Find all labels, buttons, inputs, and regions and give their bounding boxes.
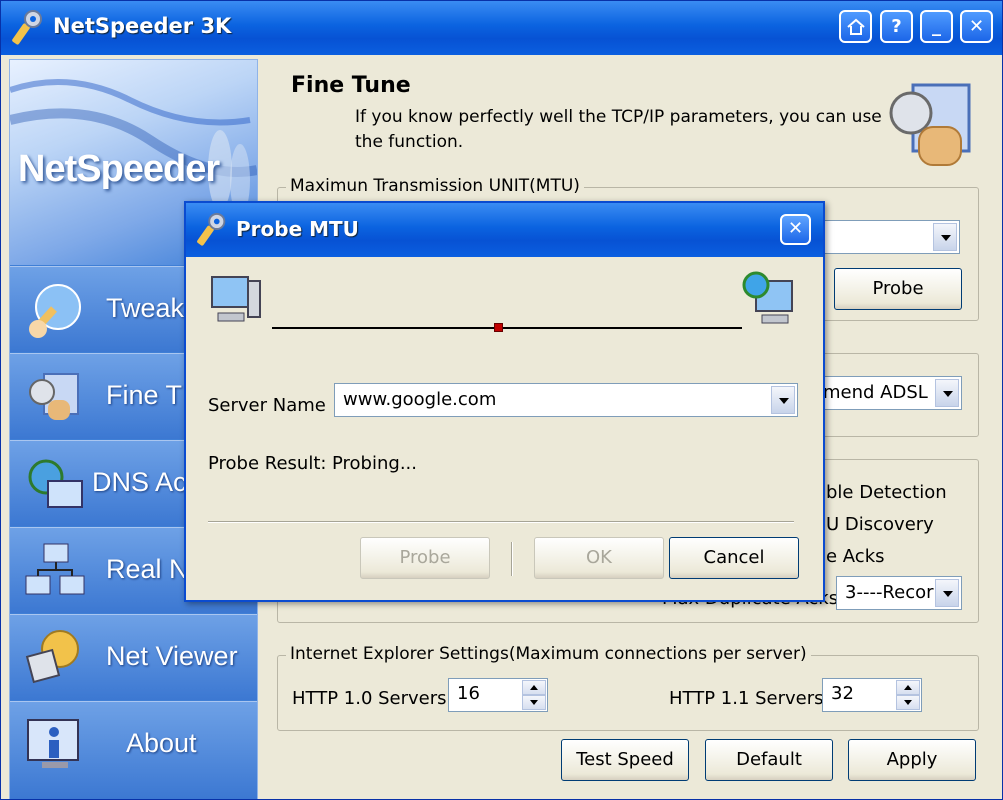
divider <box>208 521 794 523</box>
fine-tune-header-icon <box>889 83 971 166</box>
server-name-value: www.google.com <box>343 389 497 410</box>
spinner <box>522 680 546 710</box>
nav-about[interactable]: About <box>10 701 257 799</box>
chevron-down-icon[interactable] <box>935 579 959 607</box>
dialog-title-bar[interactable]: Probe MTU ✕ <box>186 203 823 257</box>
dialog-title: Probe MTU <box>236 217 359 241</box>
server-name-combo[interactable]: www.google.com <box>334 383 798 417</box>
info-icon <box>27 719 79 768</box>
window-title: NetSpeeder 3K <box>53 14 232 38</box>
http11-label: HTTP 1.1 Servers <box>669 688 824 709</box>
default-button[interactable]: Default <box>705 739 833 781</box>
http10-stepper[interactable]: 16 <box>448 678 548 712</box>
home-button[interactable] <box>839 10 872 43</box>
http11-value: 32 <box>831 683 854 704</box>
http10-label: HTTP 1.0 Servers <box>292 688 447 709</box>
server-name-label: Server Name <box>208 395 326 416</box>
page-title: Fine Tune <box>291 73 411 98</box>
computer-icon <box>211 276 261 322</box>
tweak-wizard-icon <box>29 284 81 338</box>
main-window: NetSpeeder 3K ? _ ✕ NetSpeeder Tweak W F… <box>0 0 1003 800</box>
apply-button[interactable]: Apply <box>848 739 976 781</box>
help-button[interactable]: ? <box>880 10 913 43</box>
mtu-probe-button[interactable]: Probe <box>834 268 962 310</box>
dialog-probe-button[interactable]: Probe <box>360 537 490 579</box>
chevron-down-icon[interactable] <box>933 223 957 251</box>
ie-settings-label: Internet Explorer Settings(Maximum conne… <box>286 644 811 664</box>
help-icon: ? <box>891 16 902 37</box>
home-icon <box>846 18 865 35</box>
option-label[interactable]: U Discovery <box>826 514 934 535</box>
nav-net-viewer[interactable]: Net Viewer <box>10 614 257 700</box>
page-description: If you know perfectly well the TCP/IP pa… <box>355 107 882 152</box>
probe-result-label: Probe Result: <box>208 453 327 474</box>
mtu-group-label: Maximun Transmission UNIT(MTU) <box>286 176 584 196</box>
app-wrench-icon <box>197 212 226 246</box>
chevron-down-icon[interactable] <box>771 386 795 414</box>
test-speed-button[interactable]: Test Speed <box>561 739 689 781</box>
app-wrench-icon <box>12 10 42 45</box>
probe-result-value: Probing... <box>332 453 417 474</box>
dialog-close-button[interactable]: ✕ <box>780 214 811 245</box>
probe-mtu-dialog: Probe MTU ✕ Server Name www.google.com P… <box>184 201 825 602</box>
ie-settings-group: Internet Explorer Settings(Maximum conne… <box>277 644 979 731</box>
http11-stepper[interactable]: 32 <box>822 678 922 712</box>
logo-text: NetSpeeder <box>18 148 220 190</box>
connection-type-combo[interactable]: mend ADSL <box>814 376 962 410</box>
max-duplicate-acks-combo[interactable]: 3----Recor <box>836 576 962 610</box>
spin-up-icon[interactable] <box>522 680 546 695</box>
network-icon <box>25 543 85 595</box>
chevron-down-icon[interactable] <box>935 379 959 407</box>
dialog-ok-button[interactable]: OK <box>534 537 664 579</box>
fine-tune-icon <box>29 373 79 420</box>
close-button[interactable]: ✕ <box>960 10 993 43</box>
connection-type-value: mend ADSL <box>823 382 928 403</box>
close-icon: ✕ <box>787 218 804 239</box>
nav-label: Fine T <box>106 380 183 410</box>
option-label[interactable]: ble Detection <box>826 482 947 503</box>
dns-accelerator-icon <box>28 459 83 508</box>
minimize-button[interactable]: _ <box>920 10 953 43</box>
probe-progress-track <box>272 323 742 332</box>
nav-label: Net Viewer <box>106 641 238 671</box>
divider <box>511 542 513 576</box>
spin-down-icon[interactable] <box>522 695 546 710</box>
max-duplicate-acks-value: 3----Recor <box>845 582 934 603</box>
minimize-icon: _ <box>932 16 941 37</box>
nav-label: Real N <box>106 554 189 584</box>
probe-progress-marker <box>493 323 503 332</box>
net-viewer-icon <box>25 630 79 684</box>
close-icon: ✕ <box>968 16 985 37</box>
spin-up-icon[interactable] <box>896 680 920 695</box>
spin-down-icon[interactable] <box>896 695 920 710</box>
option-label[interactable]: e Acks <box>826 546 885 567</box>
http10-value: 16 <box>457 683 480 704</box>
title-bar[interactable]: NetSpeeder 3K ? _ ✕ <box>1 1 1002 55</box>
dialog-cancel-button[interactable]: Cancel <box>669 537 799 579</box>
nav-label: About <box>126 728 197 758</box>
internet-computer-icon <box>742 271 793 324</box>
spinner <box>896 680 920 710</box>
